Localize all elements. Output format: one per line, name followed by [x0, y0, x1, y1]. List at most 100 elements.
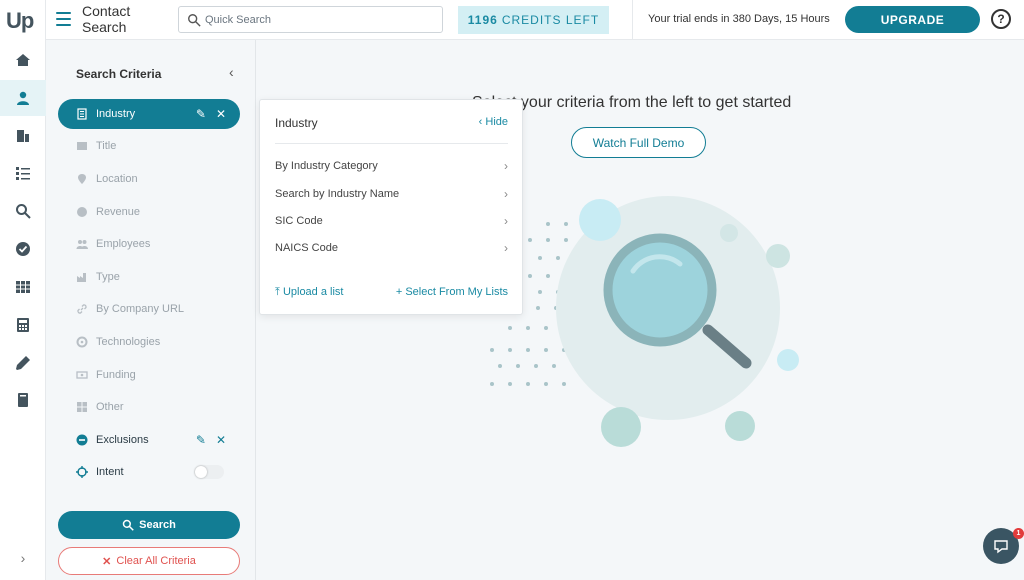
close-icon[interactable]: ✕ [216, 433, 226, 447]
building-icon[interactable] [0, 117, 46, 153]
watch-demo-button[interactable]: Watch Full Demo [571, 127, 706, 158]
calculator-icon[interactable] [0, 307, 46, 343]
hamburger-menu-icon[interactable] [56, 12, 71, 26]
help-icon[interactable]: ? [991, 9, 1011, 29]
search-icon [122, 519, 134, 531]
criteria-item-label: Location [96, 173, 138, 185]
quick-search-input[interactable] [205, 11, 435, 29]
divider [632, 0, 633, 40]
icon-rail: Up › [0, 0, 46, 580]
search-icon[interactable] [0, 193, 46, 229]
criteria-item-technologies[interactable]: Technologies [58, 327, 240, 357]
dollar-icon [76, 206, 88, 218]
credits-count: 1196 [467, 13, 498, 27]
criteria-item-type[interactable]: Type [58, 262, 240, 292]
pen-icon[interactable] [0, 345, 46, 381]
upgrade-button[interactable]: UPGRADE [845, 6, 980, 33]
clear-all-criteria-button[interactable]: ✕ Clear All Criteria [58, 547, 240, 575]
grid-icon [76, 401, 88, 413]
notification-badge: 1 [1013, 528, 1024, 539]
upload-label: Upload a list [282, 286, 344, 298]
criteria-item-title[interactable]: Title [58, 131, 240, 161]
trial-status: Your trial ends in 380 Days, 15 Hours [648, 13, 830, 25]
criteria-item-location[interactable]: Location [58, 164, 240, 194]
industry-popover: Industry ‹ Hide By Industry Category › Se… [259, 99, 523, 315]
criteria-item-label: Title [96, 140, 117, 152]
chevron-right-icon: › [504, 241, 508, 255]
criteria-item-label: Exclusions [96, 434, 149, 446]
person-icon[interactable] [0, 80, 46, 116]
crosshair-icon [76, 466, 88, 478]
divider [275, 143, 508, 144]
top-bar: Contact Search 1196 CREDITS LEFT Your tr… [46, 0, 1024, 40]
criteria-item-label: Intent [96, 466, 124, 478]
edit-icon[interactable]: ✎ [196, 107, 206, 121]
close-icon[interactable]: ✕ [216, 107, 226, 121]
search-icon [188, 14, 201, 27]
search-button-label: Search [139, 519, 176, 531]
chevron-right-icon: › [504, 187, 508, 201]
quick-search-box[interactable] [178, 6, 443, 33]
app-logo[interactable]: Up [6, 8, 34, 34]
edit-icon[interactable]: ✎ [196, 433, 206, 447]
search-criteria-panel: Search Criteria ‹ Industry ✎ ✕ Title Loc… [46, 40, 256, 580]
criteria-item-label: Funding [96, 369, 136, 381]
list-icon[interactable] [0, 155, 46, 191]
criteria-item-exclusions[interactable]: Exclusions ✎ ✕ [58, 425, 240, 455]
check-circle-icon[interactable] [0, 231, 46, 267]
criteria-item-funding[interactable]: Funding [58, 360, 240, 390]
collapse-panel-chevron-icon[interactable]: ‹ [229, 64, 234, 80]
chevron-right-icon: › [504, 159, 508, 173]
criteria-item-label: By Company URL [96, 303, 185, 315]
popover-option-industry-category[interactable]: By Industry Category › [275, 156, 508, 176]
hide-popover-link[interactable]: ‹ Hide [479, 116, 508, 128]
criteria-heading: Search Criteria [76, 67, 162, 81]
option-label: By Industry Category [275, 160, 378, 172]
expand-rail-chevron-icon[interactable]: › [0, 550, 46, 566]
intent-toggle[interactable] [194, 465, 224, 479]
page-title: Contact Search [82, 3, 131, 35]
link-icon [76, 303, 88, 315]
credits-label: CREDITS LEFT [501, 13, 600, 27]
pin-icon [76, 173, 88, 185]
people-icon [76, 238, 88, 250]
option-label: Search by Industry Name [275, 188, 400, 200]
criteria-item-label: Other [96, 401, 124, 413]
criteria-item-label: Type [96, 271, 120, 283]
select-from-lists-link[interactable]: + Select From My Lists [396, 286, 508, 298]
option-label: SIC Code [275, 215, 323, 227]
clear-button-label: Clear All Criteria [116, 555, 196, 567]
upload-list-link[interactable]: ⤒ Upload a list [275, 286, 343, 299]
close-icon: ✕ [102, 555, 112, 568]
criteria-item-label: Industry [96, 108, 136, 120]
criteria-item-industry[interactable]: Industry ✎ ✕ [58, 99, 240, 129]
criteria-item-revenue[interactable]: Revenue [58, 197, 240, 227]
option-label: NAICS Code [275, 242, 338, 254]
criteria-item-label: Employees [96, 238, 151, 250]
minus-circle-icon [76, 434, 88, 446]
building-icon [76, 108, 88, 120]
search-button[interactable]: Search [58, 511, 240, 539]
chat-icon [994, 540, 1008, 554]
credits-badge: 1196 CREDITS LEFT [458, 6, 609, 34]
popover-option-naics-code[interactable]: NAICS Code › [275, 238, 508, 258]
home-icon[interactable] [0, 42, 46, 78]
criteria-item-label: Revenue [96, 206, 141, 218]
id-card-icon [76, 140, 88, 152]
criteria-item-intent[interactable]: Intent [58, 457, 240, 487]
popover-title: Industry [275, 116, 318, 130]
popover-option-industry-name[interactable]: Search by Industry Name › [275, 184, 508, 204]
gear-icon [76, 336, 88, 348]
factory-icon [76, 271, 88, 283]
money-icon [76, 369, 88, 381]
lists-label: Select From My Lists [405, 286, 508, 298]
hide-label: Hide [485, 116, 508, 128]
popover-option-sic-code[interactable]: SIC Code › [275, 211, 508, 231]
book-icon[interactable] [0, 382, 46, 418]
criteria-item-company-url[interactable]: By Company URL [58, 294, 240, 324]
criteria-item-other[interactable]: Other [58, 392, 240, 422]
plus-icon: + [395, 286, 403, 298]
criteria-item-employees[interactable]: Employees [58, 229, 240, 259]
chevron-right-icon: › [504, 214, 508, 228]
table-icon[interactable] [0, 269, 46, 305]
